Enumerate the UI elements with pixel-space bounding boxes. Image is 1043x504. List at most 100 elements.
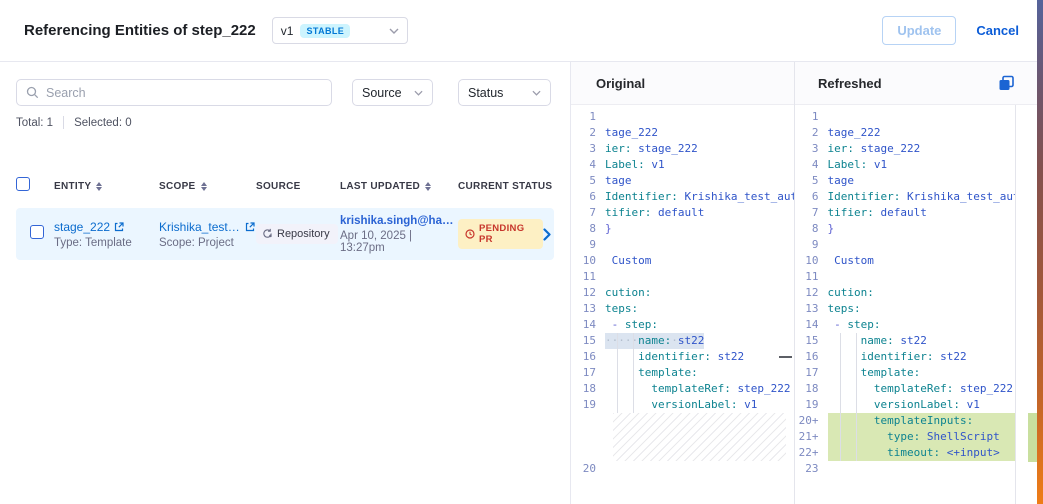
- code-line: 5tage: [794, 173, 1015, 189]
- refreshed-pane-title: Refreshed: [818, 76, 882, 91]
- line-number: 2: [571, 125, 605, 141]
- version-dropdown[interactable]: v1 STABLE: [272, 17, 408, 44]
- line-number: 5: [794, 173, 828, 189]
- scope-link[interactable]: Krishika_test_au...: [159, 220, 241, 234]
- code-text: [605, 269, 794, 285]
- table-row[interactable]: stage_222 Type: Template Krishika_test_a…: [16, 208, 554, 260]
- line-number: 14: [794, 317, 828, 333]
- code-line: 15·····name:·st22: [571, 333, 794, 349]
- code-text: [828, 461, 1015, 477]
- indent-guide: [840, 333, 841, 461]
- code-line: 12cution:: [571, 285, 794, 301]
- modal-header: Referencing Entities of step_222 v1 STAB…: [0, 0, 1043, 62]
- chevron-down-icon: [414, 90, 423, 96]
- code-line: 11: [571, 269, 794, 285]
- code-text: teps:: [828, 301, 1015, 317]
- original-pane-title: Original: [596, 76, 645, 91]
- code-text: Identifier: Krishika_test_aut: [605, 189, 794, 205]
- line-number: 4: [794, 157, 828, 173]
- line-number: 5: [571, 173, 605, 189]
- sort-icon[interactable]: [425, 182, 431, 191]
- diff-panel: Original Refreshed 12tage_2223ier: stage…: [570, 62, 1037, 504]
- diff-modified-marker: [779, 356, 792, 358]
- indent-guide: [856, 333, 857, 461]
- code-line: 10 Custom: [794, 253, 1015, 269]
- refreshed-code-pane[interactable]: 12tage_2223ier: stage_2224Label: v15tage…: [794, 105, 1037, 504]
- code-text: ier: stage_222: [828, 141, 1015, 157]
- repository-icon: [262, 228, 273, 239]
- line-number: 11: [794, 269, 828, 285]
- code-line: 19 versionLabel: v1: [571, 397, 794, 413]
- external-link-icon[interactable]: [114, 222, 124, 232]
- line-number: 3: [794, 141, 828, 157]
- line-number: 9: [571, 237, 605, 253]
- line-number: 3: [571, 141, 605, 157]
- code-line: 6Identifier: Krishika_test_aut: [571, 189, 794, 205]
- line-number: 15: [794, 333, 828, 349]
- source-badge: Repository: [256, 224, 338, 244]
- line-number: 13: [794, 301, 828, 317]
- line-number: 10: [794, 253, 828, 269]
- line-number: 19: [794, 397, 828, 413]
- code-text: }: [605, 221, 794, 237]
- code-text: [828, 109, 1015, 125]
- table-header: ENTITY SCOPE SOURCE LAST UPDATED CURRENT…: [16, 174, 554, 198]
- line-number: 20: [571, 461, 605, 477]
- code-text: Custom: [605, 253, 794, 269]
- code-text: - step:: [605, 317, 794, 333]
- chevron-right-icon[interactable]: [543, 228, 552, 241]
- sort-icon[interactable]: [96, 182, 102, 191]
- diff-editor[interactable]: 12tage_2223ier: stage_2224Label: v15tage…: [571, 105, 1037, 504]
- copy-icon[interactable]: [998, 75, 1015, 92]
- indent-guide: [617, 333, 618, 413]
- sort-icon[interactable]: [201, 182, 207, 191]
- search-input[interactable]: [46, 86, 322, 100]
- code-line: 9: [571, 237, 794, 253]
- line-number: 6: [794, 189, 828, 205]
- update-button[interactable]: Update: [882, 16, 956, 45]
- column-source: SOURCE: [256, 181, 340, 192]
- source-filter-label: Source: [362, 86, 402, 100]
- line-number: 22+: [794, 445, 828, 461]
- select-all-checkbox[interactable]: [16, 177, 30, 191]
- source-filter-dropdown[interactable]: Source: [352, 79, 433, 106]
- column-last-updated: LAST UPDATED: [340, 181, 458, 192]
- code-line: 3ier: stage_222: [794, 141, 1015, 157]
- code-text: tage_222: [605, 125, 794, 141]
- stable-badge: STABLE: [300, 24, 350, 38]
- external-link-icon[interactable]: [245, 222, 255, 232]
- code-line: 13teps:: [571, 301, 794, 317]
- row-checkbox[interactable]: [30, 225, 44, 239]
- line-number: 1: [571, 109, 605, 125]
- entity-link[interactable]: stage_222: [54, 220, 110, 234]
- column-current-status: CURRENT STATUS: [458, 181, 554, 192]
- line-number: 10: [571, 253, 605, 269]
- line-number: 17: [794, 365, 828, 381]
- code-line: 11: [794, 269, 1015, 285]
- divider: [63, 116, 64, 129]
- code-text: - step:: [828, 317, 1015, 333]
- line-number: 12: [571, 285, 605, 301]
- code-line: 7tifier: default: [571, 205, 794, 221]
- edge-gradient-strip: [1037, 0, 1043, 504]
- search-box[interactable]: [16, 79, 332, 106]
- column-scope: SCOPE: [159, 181, 256, 192]
- code-line: 16 identifier: st22: [571, 349, 794, 365]
- column-entity: ENTITY: [54, 181, 159, 192]
- cancel-button[interactable]: Cancel: [976, 23, 1019, 38]
- code-line: 13teps:: [794, 301, 1015, 317]
- code-text: [605, 109, 794, 125]
- version-label: v1: [281, 24, 294, 38]
- code-line: 10 Custom: [571, 253, 794, 269]
- indent-guide: [633, 333, 634, 413]
- code-line: 9: [794, 237, 1015, 253]
- line-number: 8: [571, 221, 605, 237]
- chevron-down-icon: [389, 28, 399, 34]
- code-line: 16 identifier: st22: [794, 349, 1015, 365]
- original-code-pane[interactable]: 12tage_2223ier: stage_2224Label: v15tage…: [571, 105, 794, 504]
- status-filter-dropdown[interactable]: Status: [458, 79, 551, 106]
- totals-row: Total: 1 Selected: 0: [16, 116, 132, 129]
- code-text: cution:: [605, 285, 794, 301]
- line-number: 12: [794, 285, 828, 301]
- code-line: 18 templateRef: step_222: [571, 381, 794, 397]
